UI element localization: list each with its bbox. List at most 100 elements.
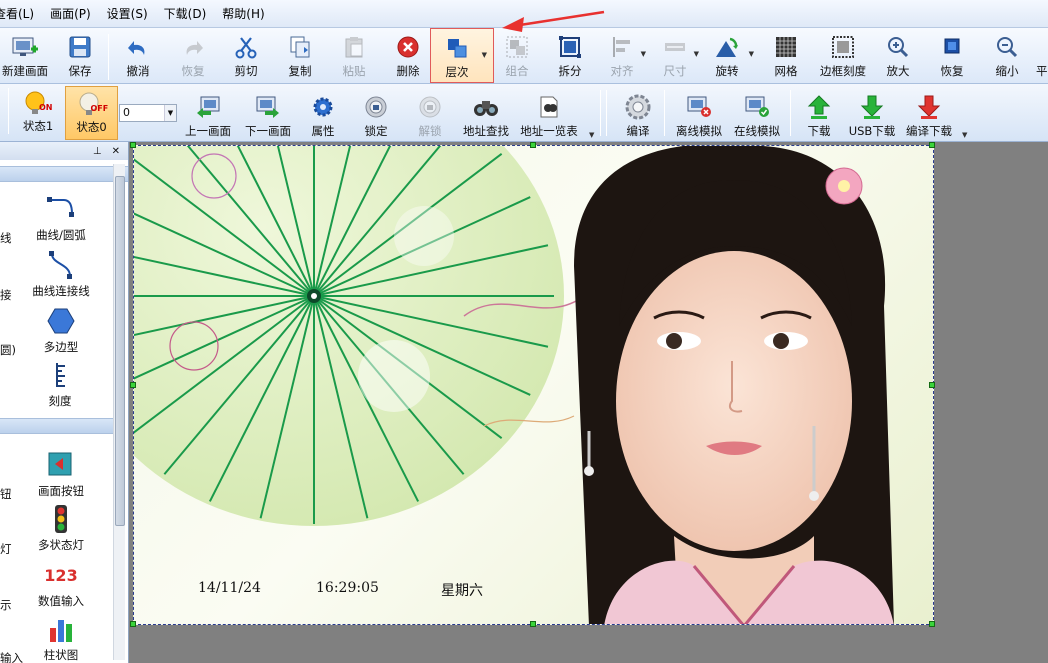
grid-button[interactable]: 网格 bbox=[766, 28, 806, 79]
tool-curve-connect[interactable]: 曲线连接线 bbox=[26, 250, 96, 299]
layer-button[interactable]: 层次 ▼ bbox=[430, 28, 494, 83]
panel-scrollbar[interactable] bbox=[113, 164, 125, 660]
delete-button[interactable]: 删除 bbox=[388, 28, 428, 79]
menu-download[interactable]: 下载(D) bbox=[156, 5, 215, 22]
menu-help[interactable]: 帮助(H) bbox=[214, 5, 272, 22]
rotate-icon bbox=[714, 34, 740, 60]
align-icon bbox=[609, 34, 635, 60]
delete-icon bbox=[395, 34, 421, 60]
weekday-display[interactable]: 星期六 bbox=[441, 580, 483, 600]
layer-label: 层次 bbox=[445, 65, 469, 79]
editor-canvas[interactable]: 14/11/24 16:29:05 星期六 bbox=[130, 142, 1048, 663]
copy-button[interactable]: 复制 bbox=[280, 28, 320, 79]
close-icon[interactable]: ✕ bbox=[112, 146, 120, 157]
online-sim-button[interactable]: 在线模拟 bbox=[730, 88, 784, 139]
tool-button-partial[interactable]: 钮 bbox=[0, 486, 12, 502]
toolbar-overflow-icon[interactable]: ▼ bbox=[962, 131, 967, 139]
size-dropdown-icon[interactable]: ▼ bbox=[694, 50, 699, 58]
hmi-screen[interactable]: 14/11/24 16:29:05 星期六 bbox=[133, 145, 934, 625]
menu-settings[interactable]: 设置(S) bbox=[99, 5, 156, 22]
grid-icon bbox=[773, 34, 799, 60]
screen-background-image bbox=[134, 146, 894, 624]
scroll-thumb[interactable] bbox=[115, 176, 125, 526]
prev-screen-label: 上一画面 bbox=[185, 124, 231, 138]
resize-handle-e[interactable] bbox=[929, 382, 935, 388]
tool-scale[interactable]: 刻度 bbox=[40, 360, 80, 409]
address-list-button[interactable]: 地址一览表 bbox=[517, 88, 581, 139]
ungroup-icon bbox=[557, 34, 583, 60]
compile-download-button[interactable]: 编译下载 bbox=[902, 88, 956, 139]
tool-polygon[interactable]: 多边型 bbox=[36, 306, 86, 355]
state-select[interactable]: 0 ▼ bbox=[119, 104, 177, 122]
undo-button[interactable]: 撤消 bbox=[118, 28, 158, 79]
state0-button[interactable]: OFF 状态0 bbox=[65, 86, 118, 140]
rotate-dropdown-icon[interactable]: ▼ bbox=[749, 50, 754, 58]
new-screen-button[interactable]: 新建画面 bbox=[0, 28, 50, 79]
compile-button[interactable]: 编译 bbox=[618, 88, 658, 139]
resize-handle-s[interactable] bbox=[530, 621, 536, 627]
chevron-down-icon[interactable]: ▼ bbox=[164, 105, 176, 121]
state-select-value: 0 bbox=[123, 106, 130, 119]
align-dropdown-icon[interactable]: ▼ bbox=[641, 50, 646, 58]
flat-button[interactable]: 平 bbox=[1036, 28, 1048, 79]
menu-screen[interactable]: 画面(P) bbox=[42, 5, 99, 22]
size-button[interactable]: 尺寸 ▼ bbox=[655, 28, 699, 79]
state1-button[interactable]: ON 状态1 bbox=[18, 86, 58, 140]
address-find-button[interactable]: 地址查找 bbox=[460, 88, 512, 139]
tool-display-partial[interactable]: 示 bbox=[0, 597, 12, 613]
tool-circle-partial[interactable]: 圆) bbox=[0, 342, 16, 358]
redo-button[interactable]: 恢复 bbox=[173, 28, 213, 79]
scissors-icon bbox=[233, 34, 259, 60]
tool-numeric-input[interactable]: 123 数值输入 bbox=[32, 560, 90, 609]
group-button[interactable]: 组合 bbox=[497, 28, 537, 79]
date-display[interactable]: 14/11/24 bbox=[198, 580, 261, 596]
tool-input-partial[interactable]: 输入 bbox=[0, 650, 23, 663]
save-button[interactable]: 保存 bbox=[60, 28, 100, 79]
scale-label: 刻度 bbox=[48, 394, 72, 408]
time-display[interactable]: 16:29:05 bbox=[316, 580, 379, 596]
usb-download-label: USB下载 bbox=[848, 124, 896, 138]
zoom-in-label: 放大 bbox=[886, 64, 910, 78]
pin-icon[interactable]: ⊥ bbox=[93, 146, 102, 157]
restore-icon bbox=[939, 34, 965, 60]
resize-handle-n[interactable] bbox=[530, 142, 536, 148]
layer-dropdown-icon[interactable]: ▼ bbox=[482, 51, 487, 59]
toolbar-overflow-icon[interactable]: ▼ bbox=[589, 131, 594, 139]
paste-label: 粘贴 bbox=[342, 64, 366, 78]
upload-arrow-icon bbox=[806, 94, 832, 120]
tool-multi-state-lamp[interactable]: 多状态灯 bbox=[30, 504, 92, 553]
next-screen-button[interactable]: 下一画面 bbox=[240, 88, 296, 139]
menu-view[interactable]: 查看(L) bbox=[0, 5, 42, 22]
tool-curve-arc[interactable]: 曲线/圆弧 bbox=[30, 194, 92, 243]
properties-button[interactable]: 属性 bbox=[305, 88, 341, 139]
restore-zoom-button[interactable]: 恢复 bbox=[932, 28, 972, 79]
border-scale-button[interactable]: 边框刻度 bbox=[815, 28, 871, 79]
cut-button[interactable]: 剪切 bbox=[226, 28, 266, 79]
download-button[interactable]: 下载 bbox=[800, 88, 838, 139]
panel-group-header[interactable] bbox=[0, 418, 113, 434]
unlock-button[interactable]: 解锁 bbox=[412, 88, 448, 139]
resize-handle-se[interactable] bbox=[929, 621, 935, 627]
ungroup-button[interactable]: 拆分 bbox=[550, 28, 590, 79]
resize-handle-w[interactable] bbox=[130, 382, 136, 388]
resize-handle-sw[interactable] bbox=[130, 621, 136, 627]
prev-screen-button[interactable]: 上一画面 bbox=[180, 88, 236, 139]
usb-download-button[interactable]: USB下载 bbox=[848, 88, 896, 139]
tool-lamp-partial[interactable]: 灯 bbox=[0, 541, 12, 557]
new-screen-label: 新建画面 bbox=[2, 64, 48, 78]
tool-bar-chart[interactable]: 柱状图 bbox=[38, 614, 84, 663]
paste-button[interactable]: 粘贴 bbox=[334, 28, 374, 79]
resize-handle-ne[interactable] bbox=[929, 142, 935, 148]
zoom-in-button[interactable]: 放大 bbox=[878, 28, 918, 79]
lock-button[interactable]: 锁定 bbox=[358, 88, 394, 139]
tool-line-partial[interactable]: 线 bbox=[0, 230, 12, 246]
panel-group-header[interactable] bbox=[0, 166, 128, 182]
resize-handle-nw[interactable] bbox=[130, 142, 136, 148]
offline-sim-button[interactable]: 离线模拟 bbox=[672, 88, 726, 139]
zoom-out-button[interactable]: 缩小 bbox=[987, 28, 1027, 79]
rotate-button[interactable]: 旋转 ▼ bbox=[706, 28, 754, 79]
tool-connect-partial[interactable]: 接 bbox=[0, 287, 12, 303]
align-button[interactable]: 对齐 ▼ bbox=[602, 28, 646, 79]
tool-screen-button[interactable]: 画面按钮 bbox=[32, 450, 90, 499]
download-label: 下载 bbox=[807, 124, 831, 138]
